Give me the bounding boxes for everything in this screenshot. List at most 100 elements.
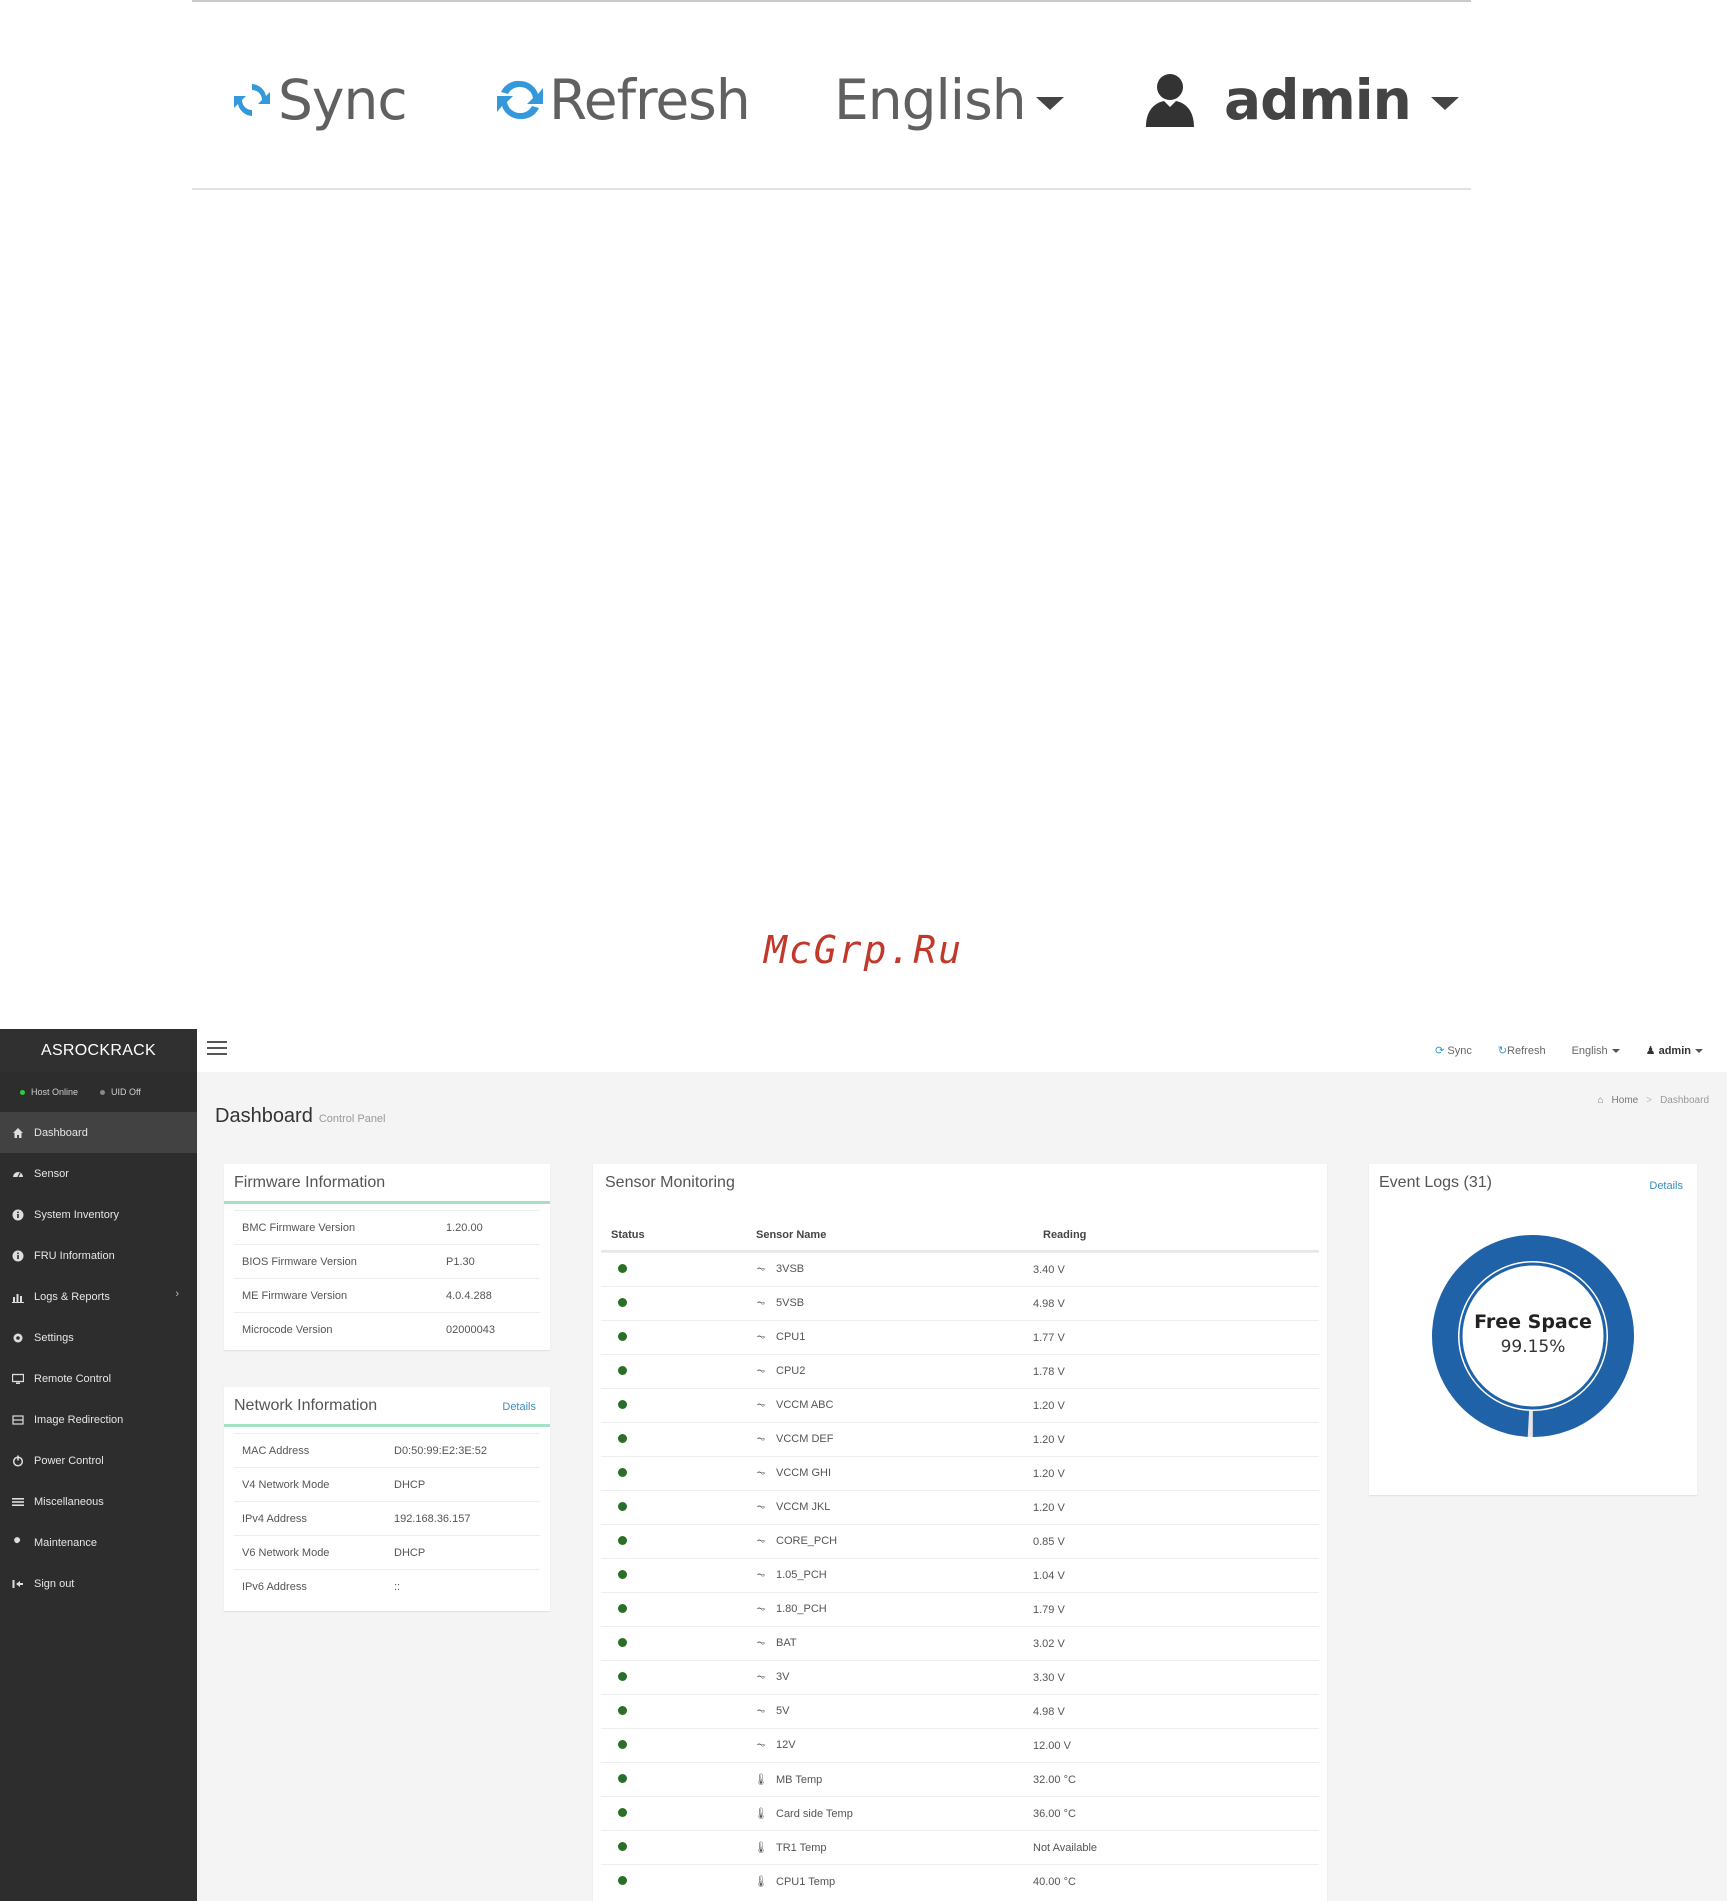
sensor-status-cell — [601, 1603, 746, 1616]
sensor-name-cell: 🌡 Card side Temp — [746, 1807, 1033, 1820]
voltage-wave-icon: ⏦ — [756, 1467, 766, 1479]
zoom-sync-link[interactable]: Sync — [232, 60, 408, 140]
sensor-status-cell — [601, 1841, 746, 1854]
voltage-wave-icon: ⏦ — [756, 1365, 766, 1377]
sidebar-item-image-redirection[interactable]: Image Redirection — [0, 1399, 197, 1440]
status-dot-icon — [20, 1090, 25, 1096]
refresh-link[interactable]: ↻Refresh — [1498, 1044, 1546, 1057]
host-status-bar: Host Online UID Off — [0, 1072, 197, 1112]
sensor-row[interactable]: ⏦ 1.05_PCH 1.04 V — [601, 1558, 1319, 1592]
firmware-info-title: Firmware Information — [234, 1174, 386, 1191]
status-ok-dot-icon — [618, 1297, 627, 1307]
sensor-name-cell: 🌡 MB Temp — [746, 1773, 1033, 1786]
sensor-row[interactable]: ⏦ 12V 12.00 V — [601, 1728, 1319, 1762]
sensor-row[interactable]: ⏦ CPU1 1.77 V — [601, 1320, 1319, 1354]
sensor-row[interactable]: ⏦ VCCM JKL 1.20 V — [601, 1490, 1319, 1524]
sensor-name-cell: ⏦ 5V — [746, 1705, 1033, 1718]
sidebar-item-fru-information[interactable]: FRU Information — [0, 1235, 197, 1276]
uid-indicator[interactable]: UID Off — [100, 1087, 141, 1097]
sensor-row[interactable]: ⏦ BAT 3.02 V — [601, 1626, 1319, 1660]
event-logs-details-link[interactable]: Details — [1649, 1180, 1683, 1192]
voltage-wave-icon: ⏦ — [756, 1433, 766, 1445]
network-info-box: Network Information Details MAC Address D… — [224, 1387, 550, 1611]
sidebar-item-label: Miscellaneous — [34, 1495, 104, 1508]
home-icon — [12, 1127, 24, 1139]
zoom-refresh-link[interactable]: Refresh — [495, 60, 751, 140]
sensor-status-cell — [601, 1671, 746, 1684]
donut-inner-circle — [1459, 1262, 1607, 1410]
network-details-link[interactable]: Details — [502, 1401, 536, 1413]
zoom-user-dropdown[interactable]: admin — [1142, 60, 1459, 140]
sensor-row[interactable]: ⏦ 5VSB 4.98 V — [601, 1286, 1319, 1320]
sensor-name: 3VSB — [776, 1263, 805, 1275]
breadcrumb-separator: > — [1646, 1095, 1653, 1106]
info-key: IPv6 Address — [242, 1580, 307, 1593]
breadcrumb-home[interactable]: Home — [1612, 1095, 1639, 1106]
thermometer-icon: 🌡 — [754, 1774, 768, 1786]
status-ok-dot-icon — [618, 1365, 627, 1375]
sensor-row[interactable]: ⏦ VCCM ABC 1.20 V — [601, 1388, 1319, 1422]
sensor-reading: 32.00 °C — [1033, 1773, 1076, 1786]
sensor-status-cell — [601, 1263, 746, 1276]
sidebar-item-miscellaneous[interactable]: Miscellaneous — [0, 1481, 197, 1522]
refresh-icon: ↻ — [1497, 1045, 1508, 1057]
sensor-row[interactable]: ⏦ 1.80_PCH 1.79 V — [601, 1592, 1319, 1626]
sensor-name: CORE_PCH — [776, 1535, 838, 1547]
hamburger-menu-icon[interactable] — [207, 1041, 227, 1059]
sign-out-icon — [12, 1578, 24, 1590]
sidebar-item-system-inventory[interactable]: System Inventory — [0, 1194, 197, 1235]
breadcrumb-current: Dashboard — [1660, 1095, 1709, 1106]
voltage-wave-icon: ⏦ — [756, 1297, 766, 1309]
sync-link[interactable]: ⟳ Sync — [1435, 1044, 1472, 1057]
page-title: Dashboard Control Panel — [215, 1105, 386, 1128]
firmware-info-box: Firmware Information BMC Firmware Versio… — [224, 1164, 550, 1350]
sensor-row[interactable]: 🌡 CPU1 Temp 40.00 °C — [601, 1864, 1319, 1898]
sidebar-item-logs-reports[interactable]: Logs & Reports › — [0, 1276, 197, 1317]
info-row: Microcode Version 02000043 — [234, 1312, 540, 1346]
sensor-reading: 12.00 V — [1033, 1739, 1071, 1752]
sidebar-item-dashboard[interactable]: Dashboard — [0, 1112, 197, 1153]
free-space-value: 99.15% — [1500, 1337, 1566, 1357]
zoom-language-dropdown[interactable]: English — [834, 60, 1064, 140]
sensor-name: 1.80_PCH — [776, 1603, 827, 1615]
sensor-row[interactable]: ⏦ 5V 4.98 V — [601, 1694, 1319, 1728]
sensor-name-cell: ⏦ CPU1 — [746, 1331, 1033, 1344]
sensor-reading: 1.77 V — [1033, 1331, 1065, 1344]
sensor-row[interactable]: 🌡 MB Temp 32.00 °C — [601, 1762, 1319, 1796]
status-ok-dot-icon — [618, 1467, 627, 1477]
sensor-row[interactable]: ⏦ CORE_PCH 0.85 V — [601, 1524, 1319, 1558]
box-header-divider — [224, 1201, 550, 1204]
sensor-row[interactable]: 🌡 Card side Temp 36.00 °C — [601, 1796, 1319, 1830]
sensor-name: VCCM JKL — [776, 1501, 831, 1513]
sidebar-item-settings[interactable]: Settings — [0, 1317, 197, 1358]
sidebar-item-sign-out[interactable]: Sign out — [0, 1563, 197, 1604]
sensor-row[interactable]: ⏦ VCCM GHI 1.20 V — [601, 1456, 1319, 1490]
sidebar-item-sensor[interactable]: Sensor — [0, 1153, 197, 1194]
sidebar-item-label: Settings — [34, 1331, 74, 1344]
sensor-row[interactable]: ⏦ VCCM DEF 1.20 V — [601, 1422, 1319, 1456]
status-ok-dot-icon — [618, 1603, 627, 1613]
sensor-name: BAT — [776, 1637, 797, 1649]
sensor-row[interactable]: 🌡 TR1 Temp Not Available — [601, 1830, 1319, 1864]
sensor-row[interactable]: ⏦ 3VSB 3.40 V — [601, 1252, 1319, 1286]
info-value: 4.0.4.288 — [446, 1289, 492, 1302]
sidebar-item-maintenance[interactable]: Maintenance — [0, 1522, 197, 1563]
language-dropdown[interactable]: English — [1572, 1045, 1620, 1057]
voltage-wave-icon: ⏦ — [756, 1535, 766, 1547]
sidebar: ASROCKRACK Host Online UID Off Dashboard… — [0, 1029, 197, 1901]
info-row: V4 Network Mode DHCP — [234, 1467, 540, 1501]
sensor-row[interactable]: ⏦ 3V 3.30 V — [601, 1660, 1319, 1694]
info-row: ME Firmware Version 4.0.4.288 — [234, 1278, 540, 1312]
sensor-row[interactable]: ⏦ CPU2 1.78 V — [601, 1354, 1319, 1388]
user-dropdown[interactable]: ♟ admin — [1646, 1044, 1703, 1057]
sensor-status-cell — [601, 1331, 746, 1344]
status-dot-icon — [100, 1090, 106, 1096]
info-row: BIOS Firmware Version P1.30 — [234, 1244, 540, 1278]
sensor-reading: 4.98 V — [1033, 1705, 1065, 1718]
info-key: V4 Network Mode — [242, 1478, 330, 1491]
sensor-name: 3V — [776, 1671, 790, 1683]
sidebar-item-power-control[interactable]: Power Control — [0, 1440, 197, 1481]
sensor-status-cell — [601, 1569, 746, 1582]
brand-logo[interactable]: ASROCKRACK — [0, 1029, 197, 1072]
sidebar-item-remote-control[interactable]: Remote Control — [0, 1358, 197, 1399]
